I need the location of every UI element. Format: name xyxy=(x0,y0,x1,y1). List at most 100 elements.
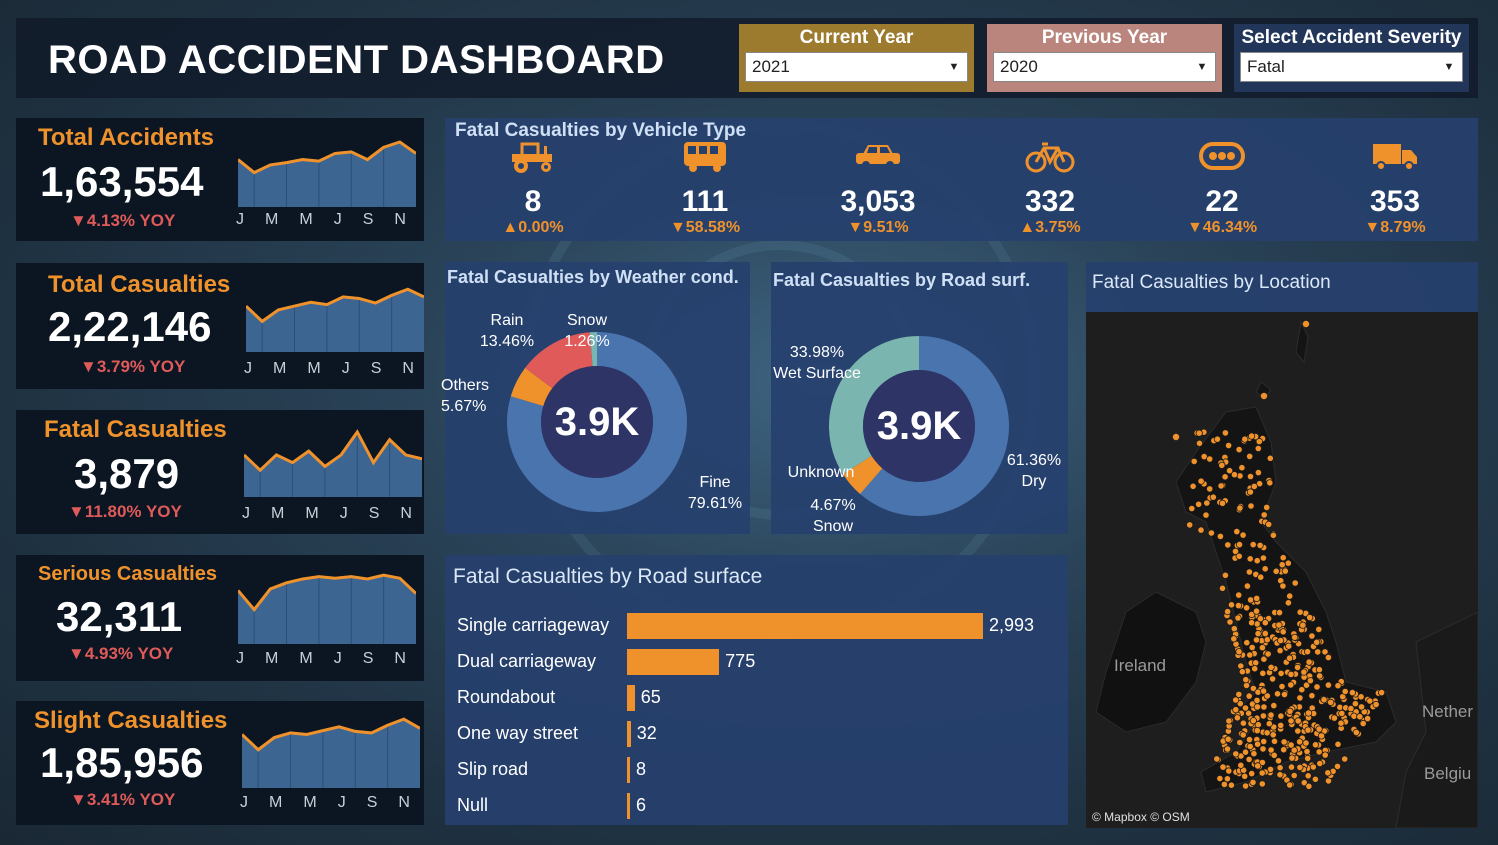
map-label-ireland: Ireland xyxy=(1114,656,1166,675)
month-tick: S xyxy=(368,505,380,522)
month-tick: J xyxy=(240,794,248,811)
bar-row[interactable]: Slip road 8 xyxy=(457,757,1057,785)
bar[interactable] xyxy=(627,721,631,747)
casualty-point xyxy=(1258,769,1266,777)
vehicle-item-bus[interactable]: 111 ▼58.58% xyxy=(635,138,775,237)
vehicle-item-car[interactable]: 3,053 ▼9.51% xyxy=(808,138,948,237)
bar-row[interactable]: Single carriageway 2,993 xyxy=(457,613,1057,641)
casualty-point xyxy=(1315,748,1323,756)
weather-label-others: Others 5.67% xyxy=(441,375,497,417)
bar-row[interactable]: Null 6 xyxy=(457,793,1057,821)
kpi-card-slight-casualties[interactable]: Slight Casualties 1,85,956 ▼3.41% YOY J M… xyxy=(16,701,424,825)
casualty-point xyxy=(1357,693,1365,701)
month-axis: JMMJSN xyxy=(236,650,406,668)
casualty-point xyxy=(1330,714,1338,722)
casualty-point xyxy=(1236,738,1244,747)
casualty-point xyxy=(1249,541,1257,549)
previous-year-select[interactable]: 2020 ▼ xyxy=(993,52,1216,82)
casualty-point xyxy=(1263,503,1271,511)
casualty-point xyxy=(1266,479,1274,487)
chevron-down-icon[interactable]: ▼ xyxy=(1192,57,1212,77)
casualty-point xyxy=(1278,561,1286,569)
casualty-point xyxy=(1225,717,1233,725)
kpi-card-serious-casualties[interactable]: Serious Casualties 32,311 ▼4.93% YOY J M M… xyxy=(16,555,424,681)
month-axis: JMMJSN xyxy=(236,211,406,229)
casualty-point xyxy=(1277,669,1285,677)
severity-filter[interactable]: Select Accident Severity Fatal ▼ xyxy=(1234,24,1469,92)
casualty-point xyxy=(1305,658,1313,666)
vehicle-item-truck[interactable]: 353 ▼8.79% xyxy=(1325,138,1465,237)
vehicle-change: ▲3.75% xyxy=(1019,219,1081,236)
bar-row[interactable]: Roundabout 65 xyxy=(457,685,1057,713)
current-year-filter[interactable]: Current Year 2021 ▼ xyxy=(739,24,974,92)
slice-name: Rain xyxy=(490,312,524,329)
month-axis: JMMJSN xyxy=(240,794,410,812)
chevron-down-icon[interactable]: ▼ xyxy=(1439,57,1459,77)
bar-value: 775 xyxy=(725,651,756,671)
road-surface-donut-center: 3.9K xyxy=(876,404,962,448)
bar-value: 65 xyxy=(640,687,661,707)
kpi-yoy: ▼4.13% YOY xyxy=(70,211,176,230)
bar[interactable] xyxy=(627,685,635,711)
month-tick: M xyxy=(273,360,287,377)
casualty-point xyxy=(1235,690,1243,698)
casualty-point xyxy=(1246,651,1254,659)
casualty-point xyxy=(1269,675,1277,683)
month-axis: JMMJSN xyxy=(242,505,412,523)
vehicle-item-tractor[interactable]: 8 ▲0.00% xyxy=(463,138,603,237)
bar-value: 2,993 xyxy=(989,615,1035,635)
slice-pct: 61.36% xyxy=(1006,452,1062,469)
casualty-point xyxy=(1230,625,1238,633)
casualty-point xyxy=(1277,712,1285,720)
previous-year-filter[interactable]: Previous Year 2020 ▼ xyxy=(987,24,1222,92)
casualty-point xyxy=(1217,482,1225,490)
vehicle-change: ▼46.34% xyxy=(1186,219,1258,236)
other-vehicle-icon xyxy=(1199,142,1245,170)
road-surface-label-dry: 61.36% Dry xyxy=(1001,450,1067,492)
slice-name: Unknown xyxy=(787,464,855,481)
current-year-select[interactable]: 2021 ▼ xyxy=(745,52,968,82)
bar[interactable] xyxy=(627,757,630,783)
kpi-value: 32,311 xyxy=(56,593,183,640)
casualty-point xyxy=(1269,531,1277,539)
sparkline-area xyxy=(238,142,416,207)
slice-pct: 5.67% xyxy=(441,398,487,415)
casualty-point xyxy=(1265,720,1273,728)
severity-select[interactable]: Fatal ▼ xyxy=(1240,52,1463,82)
casualty-point xyxy=(1261,565,1269,573)
casualty-point xyxy=(1284,599,1292,607)
bar[interactable] xyxy=(627,793,630,819)
casualty-point xyxy=(1235,552,1243,560)
month-tick: N xyxy=(402,360,414,377)
bar[interactable] xyxy=(627,649,720,675)
casualty-point xyxy=(1270,737,1279,745)
casualty-point xyxy=(1317,732,1326,740)
bar-row[interactable]: One way street 32 xyxy=(457,721,1057,749)
bar[interactable] xyxy=(627,613,983,639)
kpi-card-total-casualties[interactable]: Total Casualties 2,22,146 ▼3.79% YOY J M M… xyxy=(16,263,424,389)
casualty-point xyxy=(1315,725,1323,733)
casualty-point xyxy=(1308,632,1316,640)
kpi-title: Fatal Casualties xyxy=(44,416,227,443)
chevron-down-icon[interactable]: ▼ xyxy=(944,57,964,77)
casualty-point xyxy=(1233,714,1241,722)
road-surface-label-unknown: Unknown xyxy=(781,462,861,483)
kpi-yoy: ▼11.80% YOY xyxy=(68,502,182,521)
casualty-point xyxy=(1235,591,1243,599)
dashboard-title: ROAD ACCIDENT DASHBOARD xyxy=(48,38,665,82)
kpi-card-fatal-casualties[interactable]: Fatal Casualties 3,879 ▼11.80% YOY J M M J S… xyxy=(16,410,424,534)
casualty-point xyxy=(1316,672,1324,680)
bar-row[interactable]: Dual carriageway 775 xyxy=(457,649,1057,677)
casualty-point xyxy=(1254,629,1262,638)
kpi-card-total-accidents[interactable]: Total Accidents 1,63,554 ▼4.13% YOY J M M J… xyxy=(16,118,424,241)
casualty-point xyxy=(1315,625,1323,633)
casualty-point xyxy=(1260,687,1268,695)
casualty-point xyxy=(1290,771,1298,780)
casualty-point xyxy=(1257,573,1265,581)
vehicle-item-bicycle[interactable]: 332 ▲3.75% xyxy=(980,138,1120,237)
location-map[interactable]: Ireland Nether Belgiu © Mapbox © OSM xyxy=(1086,312,1478,828)
vehicle-item-other[interactable]: 22 ▼46.34% xyxy=(1152,138,1292,237)
casualty-point xyxy=(1234,614,1242,622)
casualty-point xyxy=(1294,663,1302,671)
bar-value: 8 xyxy=(636,759,647,779)
